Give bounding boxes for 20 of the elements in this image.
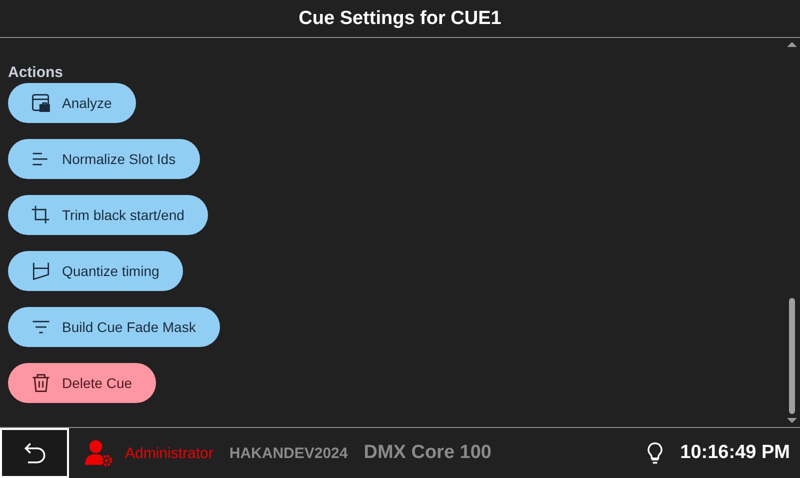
lines-icon — [32, 152, 48, 166]
section-title: Actions — [8, 64, 64, 81]
trash-icon — [32, 374, 50, 392]
user-gear-icon — [85, 439, 113, 467]
action-button[interactable]: Analyze — [8, 83, 136, 123]
window-briefcase-icon — [32, 94, 50, 112]
window-title: Cue Settings for CUE1 — [298, 8, 502, 30]
filter-icon — [32, 320, 50, 334]
action-button[interactable]: Delete Cue — [8, 363, 156, 403]
action-button[interactable]: Normalize Slot Ids — [8, 139, 200, 179]
user-name: Administrator — [125, 444, 214, 462]
host-name: HAKANDEV2024 — [229, 444, 348, 462]
clock: 10:16:49 PM — [680, 442, 790, 464]
action-button[interactable]: Quantize timing — [8, 251, 184, 291]
back-button[interactable] — [0, 428, 69, 478]
crop-icon — [31, 205, 50, 224]
device-name: DMX Core 100 — [364, 442, 492, 464]
action-button[interactable]: Trim black start/end — [8, 195, 208, 235]
funnel-icon — [32, 262, 50, 280]
action-button[interactable]: Build Cue Fade Mask — [8, 307, 220, 347]
